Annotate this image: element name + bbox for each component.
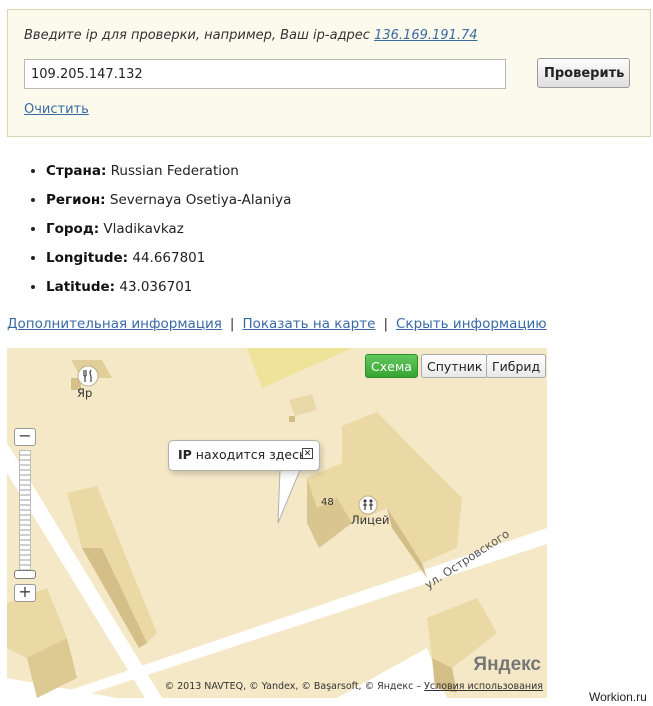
map-type-scheme-button[interactable]: Схема (365, 354, 418, 378)
poi-restaurant-label: Яр (77, 386, 93, 400)
poi-school-label: Лицей (351, 513, 390, 527)
info-label: Страна: (46, 163, 107, 179)
zoom-slider-handle[interactable] (14, 570, 36, 579)
info-latitude: Latitude: 43.036701 (46, 276, 291, 305)
close-icon[interactable]: ✕ (302, 448, 313, 459)
info-label: Longitude: (46, 250, 129, 266)
info-value: Vladikavkaz (103, 221, 184, 237)
ip-check-form: Введите ip для проверки, например, Ваш i… (7, 9, 651, 137)
info-label: Город: (46, 221, 100, 237)
balloon-title: IP (178, 447, 192, 462)
check-button[interactable]: Проверить (537, 58, 630, 88)
map-widget[interactable]: − + Схема Спутник Гибрид Яр Лицей 48 IP … (7, 348, 547, 698)
info-label: Latitude: (46, 279, 116, 295)
ip-location-balloon: IP находится здесь ✕ (168, 440, 320, 471)
info-links: Дополнительная информация | Показать на ка… (7, 316, 547, 332)
site-watermark: Workion.ru (589, 690, 647, 704)
info-value: Severnaya Osetiya-Alaniya (109, 192, 292, 208)
more-info-link[interactable]: Дополнительная информация (7, 316, 222, 332)
info-value: 43.036701 (119, 279, 193, 295)
info-value: 44.667801 (132, 250, 206, 266)
balloon-tail (277, 469, 301, 524)
zoom-out-button[interactable]: − (14, 428, 36, 446)
info-value: Russian Federation (110, 163, 239, 179)
map-type-satellite-button[interactable]: Спутник (421, 354, 489, 378)
info-region: Регион: Severnaya Osetiya-Alaniya (46, 189, 291, 218)
info-country: Страна: Russian Federation (46, 160, 291, 189)
info-longitude: Longitude: 44.667801 (46, 247, 291, 276)
ip-info-list: Страна: Russian Federation Регион: Sever… (28, 160, 291, 305)
show-on-map-link[interactable]: Показать на карте (242, 316, 375, 332)
info-city: Город: Vladikavkaz (46, 218, 291, 247)
yandex-logo: Яндекс (473, 654, 541, 675)
hint-text: Введите ip для проверки, например, Ваш i… (24, 28, 478, 43)
zoom-in-button[interactable]: + (14, 584, 36, 602)
clear-link[interactable]: Очистить (24, 102, 89, 117)
hide-info-link[interactable]: Скрыть информацию (396, 316, 547, 332)
map-copyright: © 2013 NAVTEQ, © Yandex, © Başarsoft, © … (7, 681, 543, 692)
link-separator: | (383, 316, 388, 332)
map-type-hybrid-button[interactable]: Гибрид (486, 354, 547, 378)
own-ip-link[interactable]: 136.169.191.74 (374, 28, 477, 43)
zoom-control: − + (14, 428, 36, 604)
hint-label: Введите ip для проверки, например, Ваш i… (24, 28, 370, 43)
terms-of-use-link[interactable]: Условия использования (424, 681, 543, 692)
zoom-slider-track[interactable] (19, 450, 31, 578)
info-label: Регион: (46, 192, 106, 208)
ip-input[interactable] (24, 59, 506, 89)
link-separator: | (229, 316, 235, 332)
balloon-text: находится здесь (195, 447, 307, 462)
copyright-text: © 2013 NAVTEQ, © Yandex, © Başarsoft, © … (164, 681, 422, 692)
